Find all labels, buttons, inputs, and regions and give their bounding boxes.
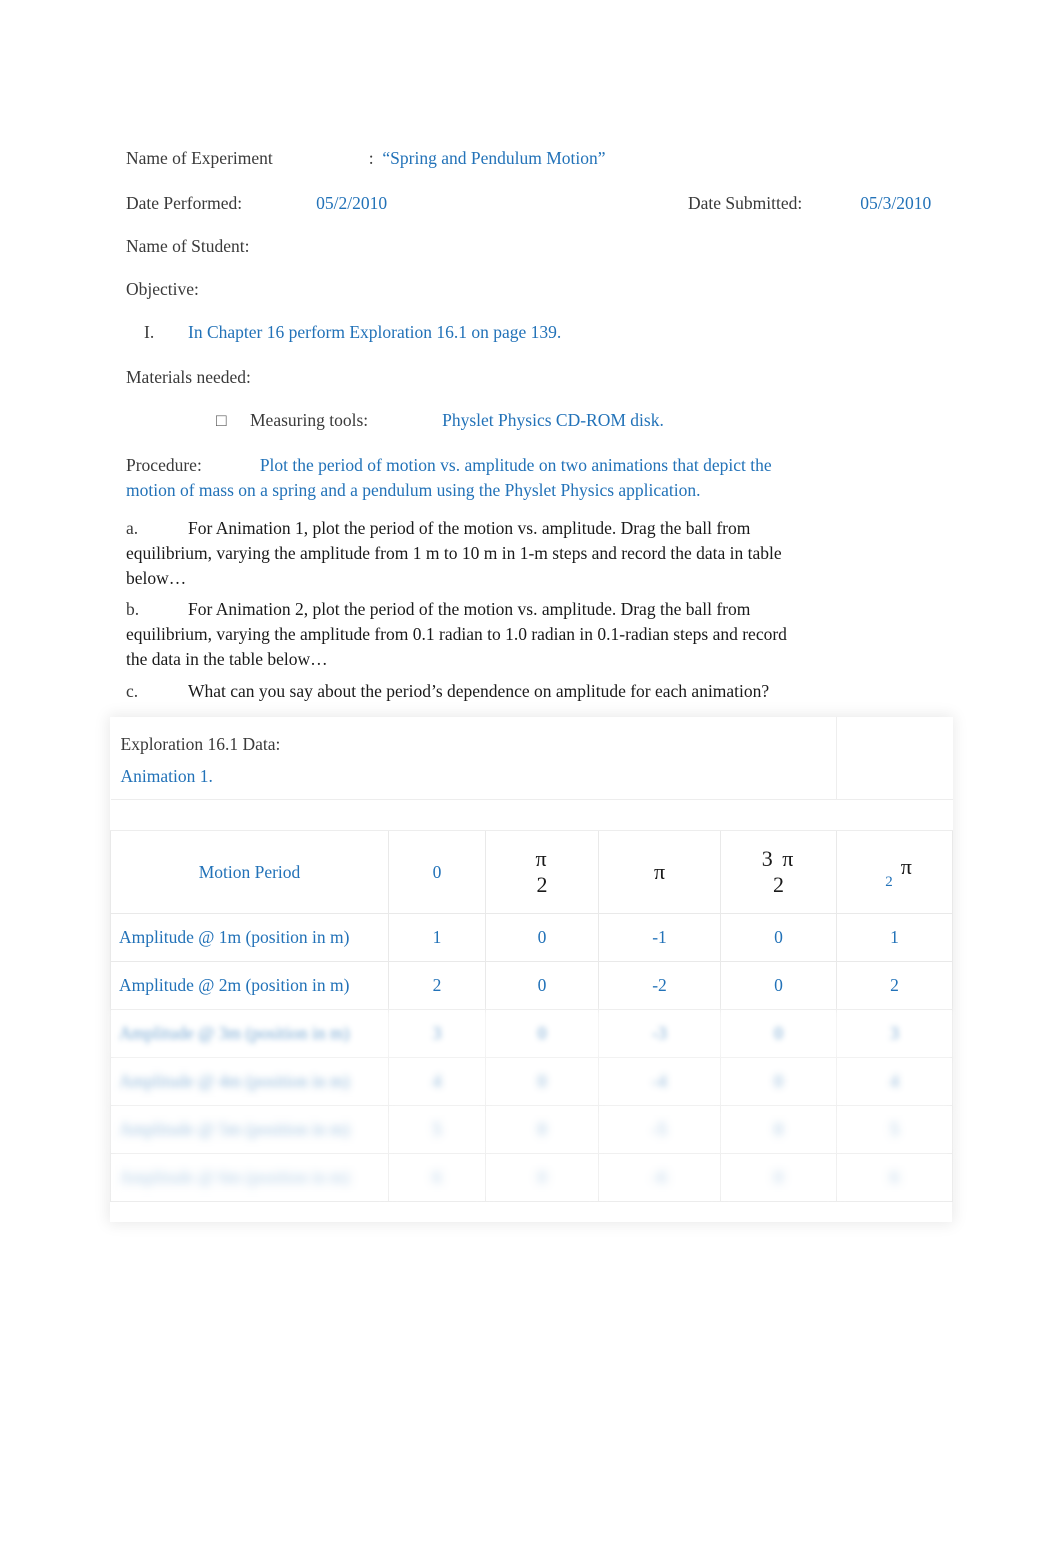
table-cell: 0 [719,1057,838,1106]
table-caption-cell: Exploration 16.1 Data: Animation 1. [110,717,838,800]
row-header: Amplitude @ 3m (position in m) [110,1009,389,1058]
date-performed-line: Date Performed: 05/2/2010 [126,191,387,216]
procedure-step-b-text: For Animation 2, plot the period of the … [126,599,787,669]
table-cell: 0 [485,1057,599,1106]
table-row: Amplitude @ 5m (position in m) 5 0 -5 0 … [110,1105,954,1154]
experiment-name-value: “Spring and Pendulum Motion” [382,148,606,168]
table-cell: 3 [836,1009,954,1058]
measuring-tools-value: Physlet Physics CD-ROM disk. [442,410,664,430]
table-cell: 4 [388,1057,486,1106]
table-cell: 0 [719,961,838,1010]
table-cell: -1 [598,913,721,962]
table-cell: -2 [598,961,721,1010]
table-cell: 0 [719,913,838,962]
procedure-block: Procedure: Plot the period of motion vs. … [126,453,816,503]
experiment-name-colon: : [368,148,374,168]
table-cell: 0 [719,1009,838,1058]
experiment-name-label: Name of Experiment [126,148,273,168]
table-cell: 0 [485,961,599,1010]
table-row: Amplitude @ 6m (position in m) 6 0 -6 0 … [110,1153,954,1202]
exploration-data-table: Exploration 16.1 Data: Animation 1. Moti… [110,717,954,1202]
table-cell: 1 [388,913,486,962]
row-header: Amplitude @ 2m (position in m) [110,961,389,1010]
table-row: Amplitude @ 2m (position in m) 2 0 -2 0 … [110,961,954,1010]
table-cell: -3 [598,1009,721,1058]
table-caption-subtitle: Animation 1. [120,766,213,786]
table-cell: 0 [485,1105,599,1154]
table-cell: 6 [836,1153,954,1202]
procedure-step-a: a. For Animation 1, plot the period of th… [126,516,791,591]
procedure-step-a-marker: a. [126,518,139,538]
objective-heading: Objective: [126,279,199,299]
table-cell: 4 [836,1057,954,1106]
table-cell: 5 [836,1105,954,1154]
table-cell: 0 [719,1153,838,1202]
objective-item-text: In Chapter 16 perform Exploration 16.1 o… [188,322,562,342]
column-header-pi-over-2: π 2 [485,830,599,914]
date-performed-label: Date Performed: [126,193,243,213]
document-page: Name of Experiment: “Spring and Pendulum… [0,0,1062,1561]
table-cell: 0 [485,1153,599,1202]
table-header-row: Motion Period 0 π 2 π 3 π 2 2π [110,830,954,914]
table-caption-side-cell [836,717,953,800]
procedure-step-b-marker: b. [126,599,140,619]
column-header-pi: π [598,830,721,914]
procedure-text: Plot the period of motion vs. amplitude … [126,455,772,500]
table-row: Amplitude @ 4m (position in m) 4 0 -4 0 … [110,1057,954,1106]
column-header-motion-period: Motion Period [110,830,389,914]
column-header-3pi-over-2: 3 π 2 [719,830,838,914]
row-header: Amplitude @ 4m (position in m) [110,1057,389,1106]
table-cell: 2 [836,961,954,1010]
table-row: Amplitude @ 1m (position in m) 1 0 -1 0 … [110,913,954,962]
column-header-2pi: 2π [836,830,954,914]
procedure-step-c: c. What can you say about the period’s de… [126,679,866,704]
table-cell: 6 [388,1153,486,1202]
row-header: Amplitude @ 1m (position in m) [110,913,389,962]
row-header: Amplitude @ 6m (position in m) [110,1153,389,1202]
procedure-step-c-text: What can you say about the period’s depe… [188,681,770,701]
fraction-pi-over-2: π 2 [535,846,549,897]
table-cell: 0 [485,1009,599,1058]
table-cell: -6 [598,1153,721,1202]
materials-bullet-line: □ Measuring tools: Physlet Physics CD-ROM … [216,408,664,433]
table-cell: -5 [598,1105,721,1154]
experiment-name-line: Name of Experiment: “Spring and Pendulum… [126,146,606,171]
procedure-step-c-marker: c. [126,681,139,701]
table-caption-row: Exploration 16.1 Data: Animation 1. [110,717,953,800]
date-submitted-label: Date Submitted: [688,193,803,213]
date-submitted-value: 05/3/2010 [860,193,932,213]
table-caption-title: Exploration 16.1 Data: [120,734,281,754]
procedure-label: Procedure: [126,455,202,475]
bullet-square-icon: □ [216,410,227,430]
table-cell: -4 [598,1057,721,1106]
measuring-tools-label: Measuring tools: [250,410,369,430]
column-header-zero: 0 [388,830,486,914]
table-row: Amplitude @ 3m (position in m) 3 0 -3 0 … [110,1009,954,1058]
table-cell: 2 [388,961,486,1010]
table-spacer-row [110,799,953,831]
materials-heading: Materials needed: [126,367,251,387]
procedure-step-a-text: For Animation 1, plot the period of the … [126,518,782,588]
coefficient-pi-2pi: 2π [885,854,912,890]
objective-item: I. In Chapter 16 perform Exploration 16.1… [144,320,561,345]
exploration-data-table-container: Exploration 16.1 Data: Animation 1. Moti… [110,717,954,1222]
student-name-label: Name of Student: [126,236,250,256]
date-performed-value: 05/2/2010 [316,193,388,213]
table-spacer-cell [110,799,953,831]
table-cell: 3 [388,1009,486,1058]
fraction-3pi-over-2: 3 π 2 [761,846,796,897]
row-header: Amplitude @ 5m (position in m) [110,1105,389,1154]
table-cell: 0 [719,1105,838,1154]
procedure-step-b: b. For Animation 2, plot the period of th… [126,597,796,672]
objective-item-number: I. [144,322,155,342]
date-submitted-line: Date Submitted: 05/3/2010 [688,191,931,216]
table-cell: 1 [836,913,954,962]
table-cell: 5 [388,1105,486,1154]
table-cell: 0 [485,913,599,962]
